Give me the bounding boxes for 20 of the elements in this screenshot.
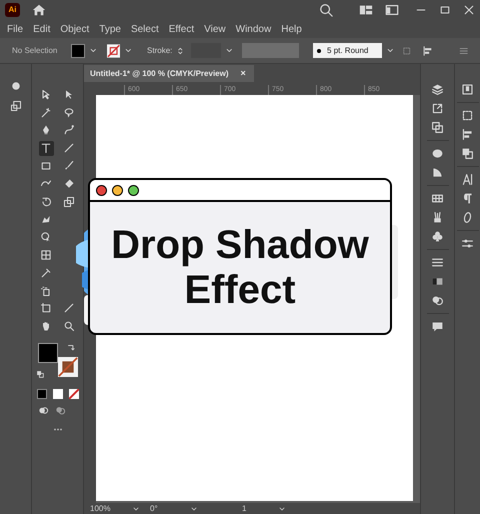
app-logo: Ai: [5, 3, 20, 17]
document-tab[interactable]: Untitled-1* @ 100 % (CMYK/Preview) ×: [84, 65, 254, 82]
zoom-field[interactable]: 100%: [90, 502, 126, 514]
brush-field[interactable]: 5 pt. Round: [313, 43, 382, 58]
stroke-label: Stroke:: [147, 44, 172, 56]
menu-item[interactable]: File: [7, 22, 24, 36]
menu-item[interactable]: Object: [60, 22, 90, 36]
artboard-field[interactable]: 1: [242, 502, 272, 514]
menu-item[interactable]: View: [204, 22, 226, 36]
card-heading: Drop Shadow Effect: [110, 222, 370, 312]
selection-label: No Selection: [12, 44, 58, 56]
tab-close-button[interactable]: ×: [240, 66, 246, 80]
menu-item[interactable]: Window: [236, 22, 272, 36]
menu-item[interactable]: Effect: [168, 22, 194, 36]
menu-item[interactable]: Edit: [33, 22, 50, 36]
menu-item[interactable]: Type: [99, 22, 121, 36]
menu-item[interactable]: Select: [130, 22, 159, 36]
menu-item[interactable]: Help: [281, 22, 302, 36]
document-title: Untitled-1* @ 100 % (CMYK/Preview): [90, 68, 228, 80]
rotation-field[interactable]: 0°: [150, 502, 184, 514]
